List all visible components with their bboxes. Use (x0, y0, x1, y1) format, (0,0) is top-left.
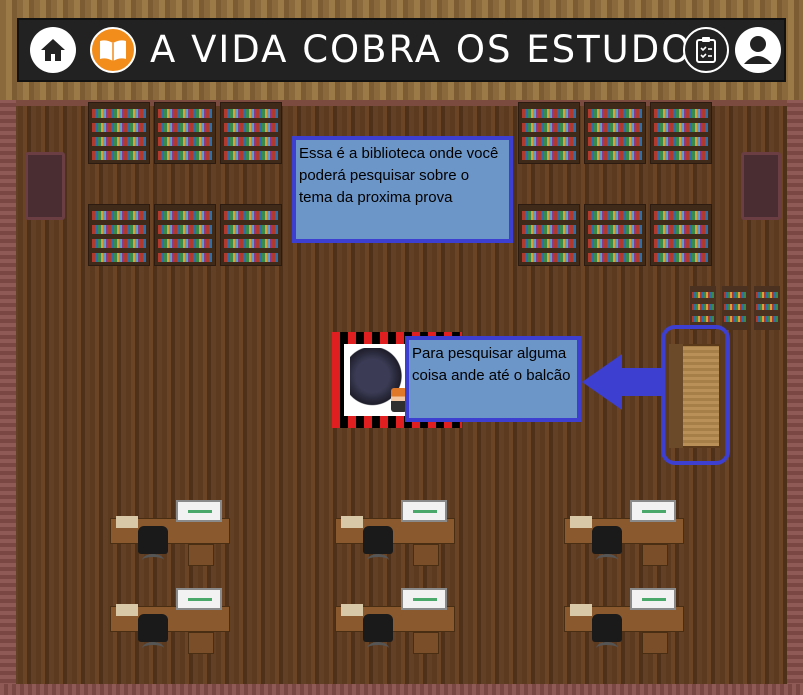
bookshelf (154, 204, 216, 266)
profile-button[interactable] (735, 27, 781, 73)
counter-edge (669, 344, 683, 448)
computer-desk[interactable] (110, 588, 230, 660)
user-icon (744, 36, 772, 64)
bookshelf (650, 204, 712, 266)
computer-desk[interactable] (335, 500, 455, 572)
computer-desk[interactable] (110, 500, 230, 572)
bookshelf (88, 102, 150, 164)
bookshelf (518, 102, 580, 164)
bookshelf (154, 102, 216, 164)
arrow-left-icon (582, 354, 664, 410)
computer-desk[interactable] (564, 500, 684, 572)
computer-desk[interactable] (335, 588, 455, 660)
right-wall (787, 100, 803, 695)
bookshelf (220, 204, 282, 266)
small-bookshelf (754, 286, 780, 330)
library-info-box: Essa é a biblioteca onde você poderá pes… (292, 136, 513, 243)
bookshelf (584, 102, 646, 164)
home-button[interactable] (30, 27, 76, 73)
bookshelf (518, 204, 580, 266)
bookshelf (584, 204, 646, 266)
bookshelf (88, 204, 150, 266)
bottom-wall (0, 684, 803, 695)
counter-hint-box: Para pesquisar alguma coisa ande até o b… (405, 336, 581, 422)
book-icon (100, 40, 126, 61)
bookshelf (650, 102, 712, 164)
computer-desk[interactable] (564, 588, 684, 660)
left-wall (0, 100, 16, 695)
sofa-left (25, 152, 65, 220)
clipboard-icon (696, 37, 716, 63)
small-bookshelf (722, 286, 748, 330)
sofa-right (741, 152, 781, 220)
game-title: A VIDA COBRA OS ESTUDOS (150, 28, 718, 71)
book-button[interactable] (90, 27, 136, 73)
quiz-button[interactable] (683, 27, 729, 73)
home-icon (41, 39, 65, 61)
bookshelf (220, 102, 282, 164)
small-bookshelf (690, 286, 716, 330)
